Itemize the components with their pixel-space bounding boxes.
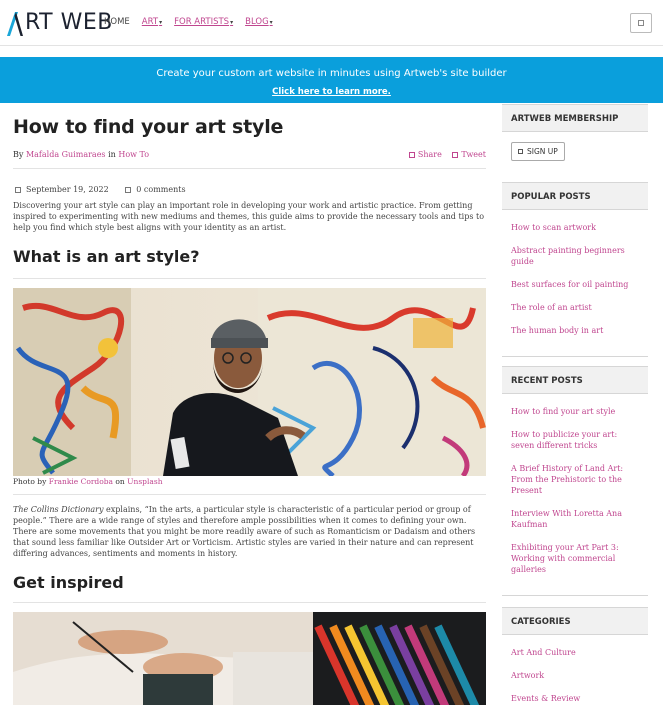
photo-caption: Photo by Frankie Cordoba on Unsplash	[13, 477, 163, 486]
menu-button[interactable]	[630, 13, 652, 33]
category-link[interactable]: How To	[118, 150, 149, 159]
article-title: How to find your art style	[13, 116, 284, 138]
artweb-logo[interactable]: RT WEB	[6, 8, 113, 36]
byline-in: in	[108, 150, 116, 159]
collins-dictionary-ref: The Collins Dictionary	[13, 505, 104, 514]
nav-art-label: ART	[141, 17, 159, 27]
recent-post-link[interactable]: How to find your art style	[511, 406, 639, 417]
divider	[13, 278, 486, 279]
popular-post-link[interactable]: How to scan artwork	[511, 222, 639, 233]
recent-post-link[interactable]: A Brief History of Land Art: From the Pr…	[511, 463, 639, 496]
categories-widget: CATEGORIES Art And Culture Artwork Event…	[502, 607, 648, 705]
recent-post-link[interactable]: Interview With Loretta Ana Kaufman	[511, 508, 639, 530]
comment-icon	[125, 187, 132, 193]
membership-heading: ARTWEB MEMBERSHIP	[502, 104, 648, 132]
byline-by: By	[13, 150, 24, 159]
categories-heading: CATEGORIES	[502, 607, 648, 635]
recent-posts-widget: RECENT POSTS How to find your art style …	[502, 366, 648, 596]
nav-blog-label: BLOG	[245, 17, 269, 27]
share-button[interactable]: Share	[401, 150, 442, 159]
chevron-down-icon: ▾	[159, 19, 163, 26]
comments-link[interactable]: 0 comments	[125, 185, 186, 194]
category-link[interactable]: Artwork	[511, 670, 639, 681]
sign-up-label: SIGN UP	[527, 147, 558, 156]
nav-home[interactable]: HOME	[104, 17, 130, 27]
heading-get-inspired: Get inspired	[13, 573, 124, 592]
recent-post-link[interactable]: How to publicize your art: seven differe…	[511, 429, 639, 451]
divider	[13, 494, 486, 495]
recent-post-link[interactable]: Exhibiting your Art Part 3: Working with…	[511, 542, 639, 575]
recent-posts-heading: RECENT POSTS	[502, 366, 648, 394]
popular-posts-widget: POPULAR POSTS How to scan artwork Abstra…	[502, 182, 648, 357]
popular-post-link[interactable]: Best surfaces for oil painting	[511, 279, 639, 290]
category-link[interactable]: Events & Review	[511, 693, 639, 704]
style-paragraph: The Collins Dictionary explains, “In the…	[13, 504, 486, 559]
intro-paragraph: Discovering your art style can play an i…	[13, 201, 485, 232]
artist-painting-image	[13, 288, 486, 476]
popular-post-link[interactable]: The human body in art	[511, 325, 639, 336]
popular-post-link[interactable]: The role of an artist	[511, 302, 639, 313]
category-link[interactable]: Art And Culture	[511, 647, 639, 658]
nav-for-artists-label: FOR ARTISTS	[174, 17, 230, 27]
author-link[interactable]: Mafalda Guimaraes	[26, 150, 106, 159]
byline: By Mafalda Guimaraes in How To	[13, 150, 149, 159]
categories-list: Art And Culture Artwork Events & Review	[502, 635, 648, 705]
nav-art[interactable]: ART▾	[142, 17, 162, 27]
promo-banner: Create your custom art website in minute…	[0, 57, 663, 103]
article-photo-pencils	[13, 612, 486, 705]
popular-post-link[interactable]: Abstract painting beginners guide	[511, 245, 639, 267]
logo-text: RT WEB	[25, 10, 113, 35]
nav-blog[interactable]: BLOG▾	[245, 17, 273, 27]
caption-photo-by: Photo by	[13, 477, 47, 486]
post-meta: September 19, 2022 0 comments	[15, 185, 186, 194]
banner-learn-more-link[interactable]: Click here to learn more.	[272, 87, 391, 97]
menu-icon	[638, 20, 644, 26]
tweet-label: Tweet	[461, 150, 486, 159]
nav-home-label: HOME	[104, 17, 130, 27]
main-nav: HOME ART▾ FOR ARTISTS▾ BLOG▾	[104, 17, 285, 27]
unsplash-link[interactable]: Unsplash	[127, 477, 162, 486]
sign-up-button[interactable]: SIGN UP	[511, 142, 565, 161]
share-links: Share Tweet	[401, 150, 486, 159]
popular-posts-list: How to scan artwork Abstract painting be…	[502, 210, 648, 357]
site-header: RT WEB HOME ART▾ FOR ARTISTS▾ BLOG▾	[0, 0, 663, 46]
chevron-down-icon: ▾	[230, 19, 234, 26]
caption-on: on	[115, 477, 125, 486]
membership-widget: ARTWEB MEMBERSHIP SIGN UP	[502, 104, 648, 161]
divider	[13, 168, 486, 169]
article-photo-artist	[13, 288, 486, 476]
banner-text: Create your custom art website in minute…	[156, 68, 507, 79]
calendar-icon	[15, 187, 21, 193]
photographer-link[interactable]: Frankie Cordoba	[49, 477, 113, 486]
nav-for-artists[interactable]: FOR ARTISTS▾	[174, 17, 233, 27]
twitter-icon	[452, 152, 459, 158]
logo-a-icon	[7, 12, 23, 36]
comments-count: 0 comments	[136, 185, 186, 194]
divider	[13, 602, 486, 603]
tweet-button[interactable]: Tweet	[444, 150, 486, 159]
user-icon	[518, 149, 523, 154]
share-icon	[408, 152, 415, 158]
popular-posts-heading: POPULAR POSTS	[502, 182, 648, 210]
heading-what-is-art-style: What is an art style?	[13, 247, 200, 266]
chevron-down-icon: ▾	[269, 19, 273, 26]
share-label: Share	[417, 150, 442, 159]
post-date: September 19, 2022	[26, 185, 109, 194]
recent-posts-list: How to find your art style How to public…	[502, 394, 648, 596]
hands-pencils-image	[13, 612, 486, 705]
